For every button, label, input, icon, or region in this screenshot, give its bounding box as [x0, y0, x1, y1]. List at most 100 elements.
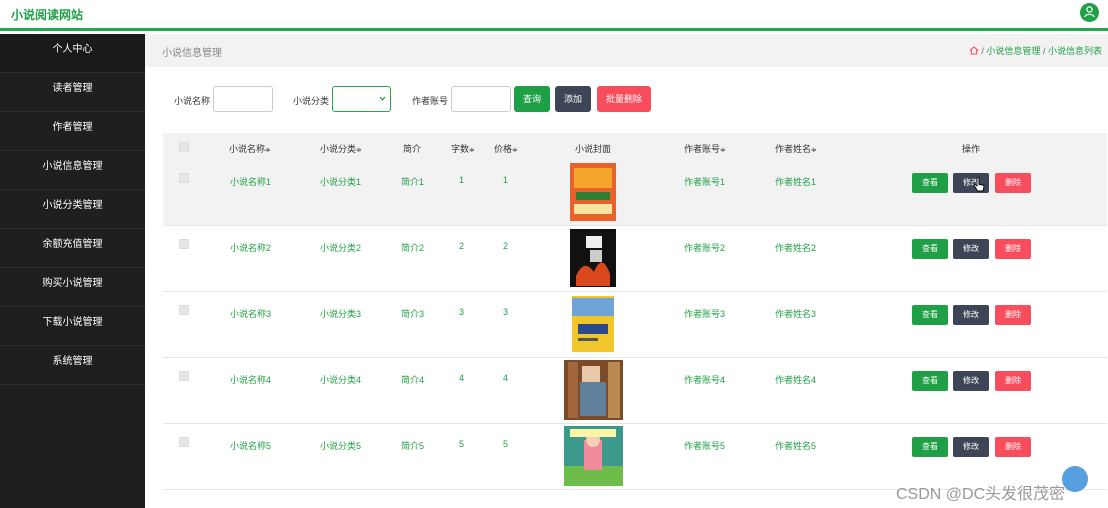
header-bar: 小说信息管理 / 小说信息管理 / 小说信息列表	[145, 34, 1108, 67]
col-novel-name[interactable]: 小说名称≑	[229, 142, 271, 155]
user-avatar-icon[interactable]	[1080, 3, 1099, 22]
row-checkbox[interactable]	[179, 371, 189, 381]
top-bar: 小说阅读网站	[0, 0, 1108, 31]
query-button[interactable]: 查询	[514, 86, 550, 112]
col-author-account[interactable]: 作者账号≑	[684, 142, 726, 155]
table-header: 小说名称≑ 小说分类≑ 简介 字数≑ 价格≑ 小说封面 作者账号≑ 作者姓名≑ …	[163, 133, 1107, 160]
novel-cover-image[interactable]	[564, 294, 623, 354]
col-author-name[interactable]: 作者姓名≑	[775, 142, 817, 155]
sidebar-item-downloads[interactable]: 下载小说管理	[0, 307, 145, 346]
cell-intro: 简介3	[401, 309, 425, 319]
table-row[interactable]: 小说名称2 小说分类2 简介2 2 2 作者账号2 作者姓名2 查看 修改 删除	[163, 226, 1107, 292]
col-actions: 操作	[962, 144, 981, 154]
cell-price: 2	[503, 241, 509, 251]
breadcrumb-sep: /	[1042, 46, 1046, 56]
cell-price: 5	[503, 439, 509, 449]
cell-author-account: 作者账号2	[684, 243, 726, 253]
add-button[interactable]: 添加	[555, 86, 591, 112]
view-button[interactable]: 查看	[912, 371, 948, 391]
sidebar-item-purchases[interactable]: 购买小说管理	[0, 268, 145, 307]
novel-category-select[interactable]	[332, 86, 391, 112]
novel-cover-image[interactable]	[564, 360, 623, 420]
delete-button[interactable]: 删除	[995, 305, 1031, 325]
delete-button[interactable]: 删除	[995, 239, 1031, 259]
novel-cover-image[interactable]	[564, 228, 623, 288]
sort-icon: ≑	[356, 147, 362, 154]
author-account-input[interactable]	[451, 86, 511, 112]
view-button[interactable]: 查看	[912, 173, 948, 193]
breadcrumb-sep: /	[981, 46, 984, 56]
edit-button[interactable]: 修改	[953, 371, 989, 391]
delete-button[interactable]: 删除	[995, 371, 1031, 391]
cell-author-name: 作者姓名5	[775, 441, 817, 451]
row-checkbox[interactable]	[179, 305, 189, 315]
novel-category-label: 小说分类	[293, 96, 330, 106]
cell-price: 4	[503, 373, 509, 383]
row-checkbox[interactable]	[179, 239, 189, 249]
view-button[interactable]: 查看	[912, 437, 948, 457]
sidebar-item-novel-category[interactable]: 小说分类管理	[0, 190, 145, 229]
select-all-checkbox[interactable]	[179, 142, 189, 152]
home-icon[interactable]	[969, 46, 979, 57]
main-content: 小说信息管理 / 小说信息管理 / 小说信息列表 小说名称 小说分类 作者账号 …	[145, 34, 1108, 508]
col-word-count[interactable]: 字数≑	[451, 142, 475, 155]
row-checkbox[interactable]	[179, 437, 189, 447]
novel-table: 小说名称≑ 小说分类≑ 简介 字数≑ 价格≑ 小说封面 作者账号≑ 作者姓名≑ …	[163, 133, 1107, 490]
site-title[interactable]: 小说阅读网站	[11, 6, 83, 23]
cell-novel-name: 小说名称4	[230, 375, 272, 385]
sidebar-item-personal-center[interactable]: 个人中心	[0, 34, 145, 73]
page-title: 小说信息管理	[162, 48, 222, 59]
chat-float-button[interactable]	[1062, 466, 1088, 492]
cell-novel-category: 小说分类5	[320, 441, 362, 451]
edit-button[interactable]: 修改	[953, 239, 989, 259]
cell-novel-name: 小说名称5	[230, 441, 272, 451]
cell-novel-category: 小说分类2	[320, 243, 362, 253]
delete-button[interactable]: 删除	[995, 173, 1031, 193]
sort-icon: ≑	[265, 147, 271, 154]
cell-word-count: 2	[459, 241, 465, 251]
cell-price: 1	[503, 175, 509, 185]
cell-word-count: 3	[459, 307, 465, 317]
novel-name-input[interactable]	[213, 86, 273, 112]
table-row[interactable]: 小说名称3 小说分类3 简介3 3 3 作者账号3 作者姓名3 查看 修改 删除	[163, 292, 1107, 358]
cell-author-name: 作者姓名2	[775, 243, 817, 253]
sidebar: 个人中心 读者管理 作者管理 小说信息管理 小说分类管理 余额充值管理 购买小说…	[0, 34, 145, 508]
sidebar-item-novel-info[interactable]: 小说信息管理	[0, 151, 145, 190]
cell-novel-category: 小说分类1	[320, 177, 362, 187]
author-account-label: 作者账号	[412, 96, 449, 106]
col-cover: 小说封面	[575, 144, 612, 154]
cell-novel-name: 小说名称3	[230, 309, 272, 319]
view-button[interactable]: 查看	[912, 239, 948, 259]
breadcrumb-novel-list[interactable]: 小说信息列表	[1048, 46, 1102, 56]
table-row[interactable]: 小说名称1 小说分类1 简介1 1 1 作者账号1 作者姓名1 查看 修改 删除	[163, 160, 1107, 226]
col-novel-category[interactable]: 小说分类≑	[320, 142, 362, 155]
cell-intro: 简介4	[401, 375, 425, 385]
sort-icon: ≑	[512, 147, 518, 154]
cell-word-count: 5	[459, 439, 465, 449]
delete-button[interactable]: 删除	[995, 437, 1031, 457]
col-intro: 简介	[403, 144, 422, 154]
breadcrumb-novel-info[interactable]: 小说信息管理	[986, 46, 1040, 56]
breadcrumb: / 小说信息管理 / 小说信息列表	[969, 44, 1102, 57]
cell-author-account: 作者账号5	[684, 441, 726, 451]
row-checkbox[interactable]	[179, 173, 189, 183]
sidebar-item-readers[interactable]: 读者管理	[0, 73, 145, 112]
cell-intro: 简介5	[401, 441, 425, 451]
edit-button[interactable]: 修改	[953, 437, 989, 457]
sidebar-item-authors[interactable]: 作者管理	[0, 112, 145, 151]
cell-novel-category: 小说分类4	[320, 375, 362, 385]
view-button[interactable]: 查看	[912, 305, 948, 325]
novel-cover-image[interactable]	[564, 162, 623, 222]
novel-cover-image[interactable]	[564, 426, 623, 486]
sidebar-item-recharge[interactable]: 余额充值管理	[0, 229, 145, 268]
cell-word-count: 1	[459, 175, 465, 185]
cell-novel-name: 小说名称1	[230, 177, 272, 187]
col-price[interactable]: 价格≑	[494, 142, 518, 155]
edit-button[interactable]: 修改	[953, 305, 989, 325]
cell-author-name: 作者姓名3	[775, 309, 817, 319]
cell-intro: 简介2	[401, 243, 425, 253]
table-row[interactable]: 小说名称4 小说分类4 简介4 4 4 作者账号4 作者姓名4 查看 修改 删除	[163, 358, 1107, 424]
batch-delete-button[interactable]: 批量删除	[597, 86, 651, 112]
cell-word-count: 4	[459, 373, 465, 383]
sidebar-item-system[interactable]: 系统管理	[0, 346, 145, 385]
